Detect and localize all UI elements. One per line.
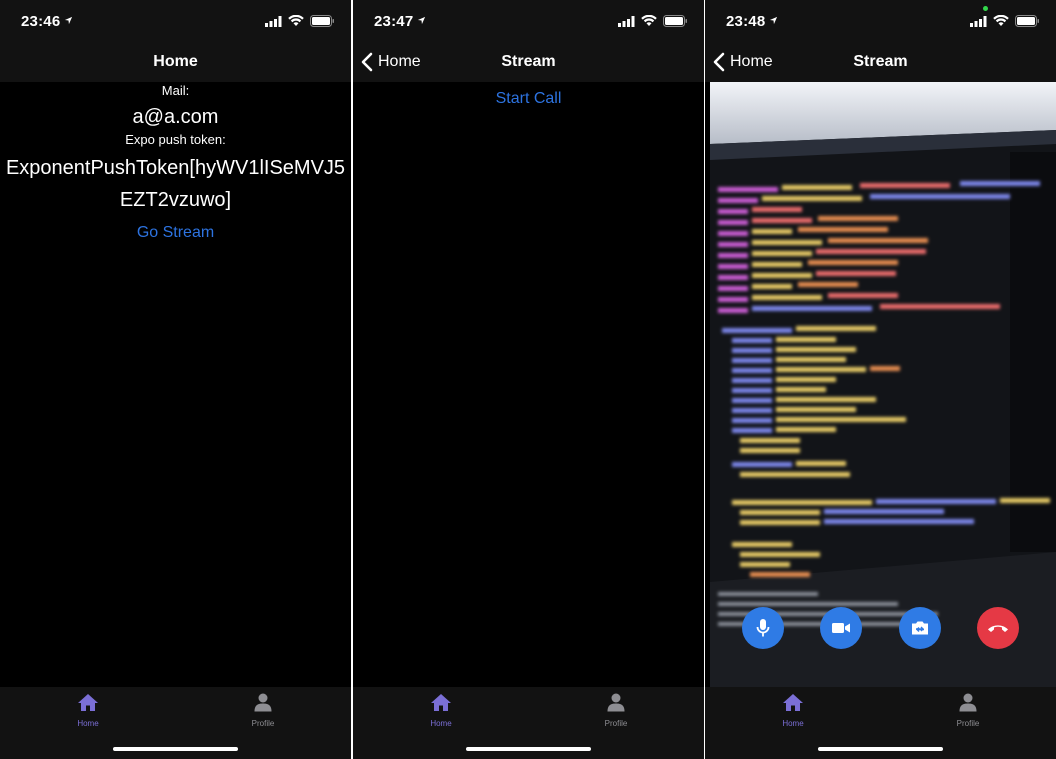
location-arrow-icon [65, 16, 73, 25]
home-indicator[interactable] [818, 747, 943, 751]
battery-icon [310, 15, 334, 27]
person-icon [959, 693, 977, 712]
cellular-signal-icon [618, 15, 635, 27]
page-title: Home [153, 53, 198, 70]
status-time: 23:46 [21, 13, 73, 30]
stream-call-screen: 23:48 Home Stream Home Profile [705, 0, 1056, 759]
status-time: 23:48 [726, 13, 778, 30]
end-call-icon [988, 625, 1008, 632]
battery-icon [1015, 15, 1039, 27]
location-arrow-icon [418, 16, 426, 25]
tab-home-label: Home [77, 719, 99, 728]
token-label: Expo push token: [125, 132, 226, 147]
home-content: Mail: a@a.com Expo push token: ExponentP… [0, 82, 351, 687]
switch-camera-button[interactable] [899, 607, 941, 649]
mail-label: Mail: [161, 83, 190, 98]
token-value-line2: EZT2vzuwo] [119, 189, 232, 211]
navigation-bar: Home Stream [353, 44, 704, 82]
status-bar: 23:46 [0, 0, 351, 44]
tab-home[interactable]: Home [48, 693, 128, 728]
navigation-bar: Home Stream [705, 44, 1056, 82]
tab-bar: Home Profile [353, 687, 704, 759]
video-camera-button[interactable] [820, 607, 862, 649]
tab-bar: Home Profile [0, 687, 351, 759]
camera-in-use-indicator [983, 6, 988, 11]
home-indicator[interactable] [466, 747, 591, 751]
call-content [705, 82, 1056, 688]
end-call-button[interactable] [977, 607, 1019, 649]
home-indicator[interactable] [113, 747, 238, 751]
tab-bar: Home Profile [705, 687, 1056, 759]
mail-value: a@a.com [132, 106, 219, 128]
home-icon [78, 694, 98, 711]
token-value-line1: ExponentPushToken[hyWV1lISeMVJ5 [5, 157, 346, 179]
stream-screen: 23:47 Home Stream Start Call Home Profil… [353, 0, 704, 759]
tab-profile[interactable]: Profile [223, 693, 303, 728]
home-screen: 23:46 Home Mail: a@a.com Expo push token… [0, 0, 351, 759]
wifi-icon [641, 15, 657, 26]
tab-profile[interactable]: Profile [928, 693, 1008, 728]
wifi-icon [993, 15, 1009, 26]
location-arrow-icon [770, 16, 778, 25]
home-icon [783, 694, 803, 711]
tab-profile-label: Profile [604, 719, 628, 728]
status-time: 23:47 [374, 13, 426, 30]
page-title: Stream [853, 53, 908, 70]
go-stream-link[interactable]: Go Stream [0, 224, 351, 242]
navigation-bar: Home [0, 44, 351, 82]
cellular-signal-icon [970, 15, 987, 27]
switch-camera-icon [912, 621, 928, 635]
tab-home[interactable]: Home [753, 693, 833, 728]
tab-home[interactable]: Home [401, 693, 481, 728]
tab-profile[interactable]: Profile [576, 693, 656, 728]
microphone-icon [756, 619, 770, 637]
page-title: Stream [501, 53, 556, 70]
wifi-icon [288, 15, 304, 26]
tab-profile-label: Profile [956, 719, 980, 728]
microphone-button[interactable] [742, 607, 784, 649]
status-bar: 23:47 [353, 0, 704, 44]
tab-home-label: Home [782, 719, 804, 728]
cellular-signal-icon [265, 15, 282, 27]
start-call-link[interactable]: Start Call [353, 90, 704, 108]
tab-profile-label: Profile [251, 719, 275, 728]
home-icon [431, 694, 451, 711]
video-frame-image [710, 82, 1056, 688]
video-camera-icon [832, 623, 850, 633]
battery-icon [663, 15, 687, 27]
camera-video-feed [710, 82, 1056, 688]
tab-home-label: Home [430, 719, 452, 728]
person-icon [607, 693, 625, 712]
person-icon [254, 693, 272, 712]
stream-content: Start Call [353, 82, 704, 687]
status-bar: 23:48 [705, 0, 1056, 44]
